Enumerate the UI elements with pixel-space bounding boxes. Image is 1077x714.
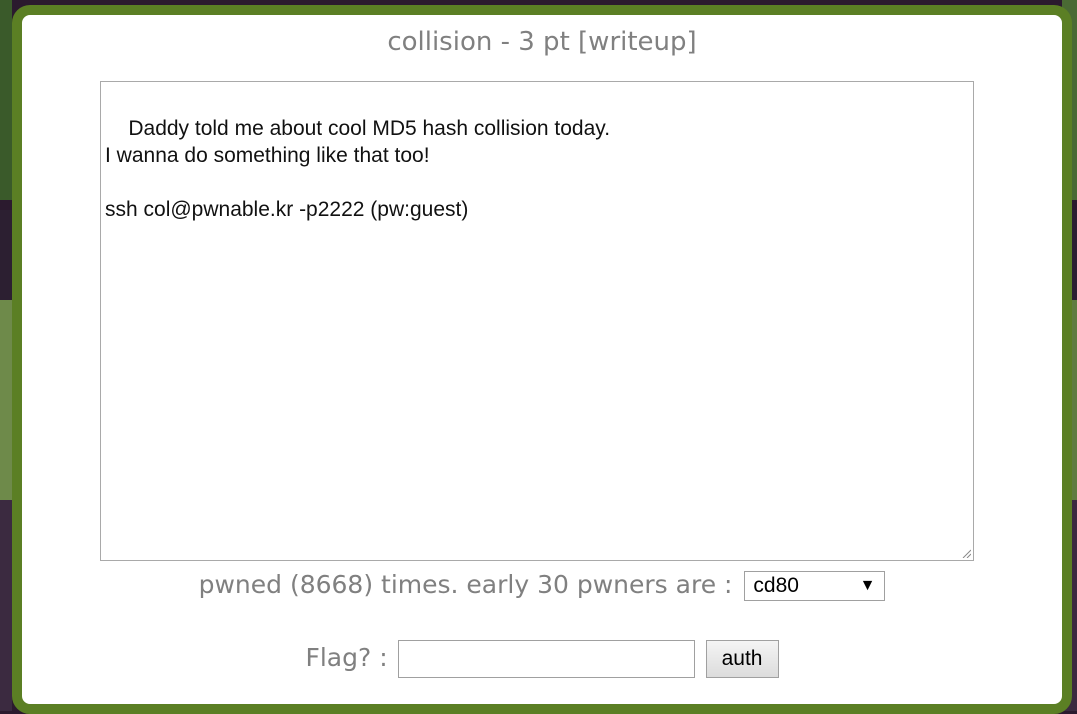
challenge-description[interactable]: Daddy told me about cool MD5 hash collis…	[100, 81, 974, 561]
pwned-stats-row: pwned (8668) times. early 30 pwners are …	[22, 570, 1062, 601]
auth-button[interactable]: auth	[705, 640, 779, 678]
flag-label: Flag? :	[305, 643, 388, 672]
challenge-modal: collision - 3 pt [writeup] Daddy told me…	[12, 5, 1072, 714]
resize-grip-icon[interactable]	[961, 548, 971, 558]
early-pwners-selected: cd80	[753, 574, 799, 597]
flag-input[interactable]	[397, 640, 695, 678]
early-pwners-select[interactable]: cd80 ▼	[744, 571, 886, 601]
description-text: Daddy told me about cool MD5 hash collis…	[105, 117, 611, 221]
chevron-down-icon: ▼	[859, 577, 876, 594]
challenge-name: collision - 3 pt	[387, 27, 570, 57]
writeup-link[interactable]: [writeup]	[578, 27, 697, 57]
challenge-title: collision - 3 pt [writeup]	[22, 27, 1062, 57]
flag-form: Flag? : auth	[22, 640, 1062, 678]
pwned-count-label: pwned (8668) times. early 30 pwners are …	[198, 570, 733, 599]
